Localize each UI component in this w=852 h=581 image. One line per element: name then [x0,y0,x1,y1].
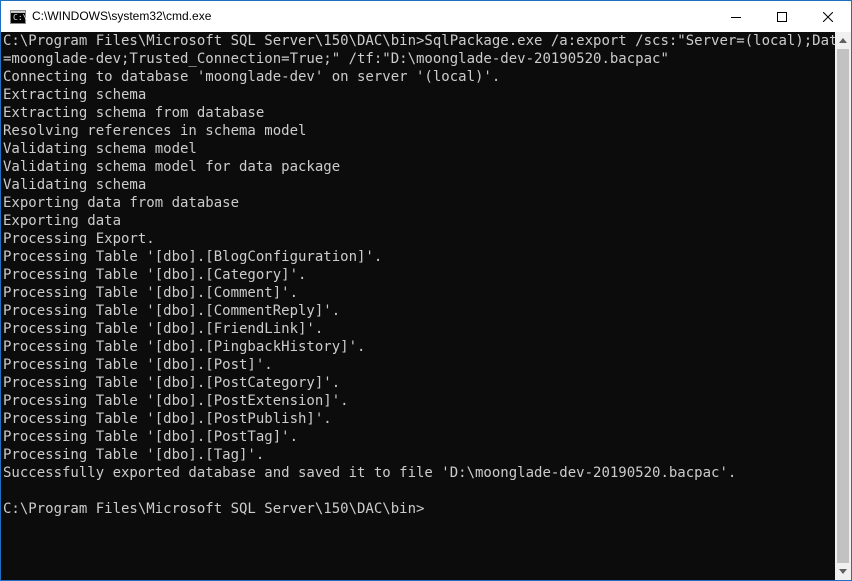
console-line: Processing Table '[dbo].[Post]'. [3,357,273,373]
console-line: Validating schema model for data package [3,159,341,175]
console-line: Extracting schema [3,87,147,103]
console-line: Connecting to database 'moonglade-dev' o… [3,69,501,85]
minimize-button[interactable] [713,1,759,32]
console-line: Processing Table '[dbo].[Category]'. [3,267,307,283]
console-line: Validating schema model [3,141,197,157]
title-bar[interactable]: C:\ C:\WINDOWS\system32\cmd.exe [1,1,851,32]
console-line: Processing Table '[dbo].[PostCategory]'. [3,375,341,391]
cmd-icon-glyph: C:\ [13,12,28,22]
console-line: Resolving references in schema model [3,123,307,139]
minimize-icon [731,16,741,18]
scroll-up-arrow-icon [839,38,847,43]
close-button[interactable] [805,1,851,32]
cmd-window: C:\ C:\WINDOWS\system32\cmd.exe C:\Progr… [0,0,852,581]
scroll-down-button[interactable] [835,563,851,580]
console-line: Exporting data [3,213,122,229]
console-line: Processing Table '[dbo].[Comment]'. [3,285,299,301]
console-line: Processing Table '[dbo].[Tag]'. [3,447,265,463]
console-line: Processing Table '[dbo].[FriendLink]'. [3,321,324,337]
maximize-button[interactable] [759,1,805,32]
close-icon [823,11,833,22]
console-line: C:\Program Files\Microsoft SQL Server\15… [3,33,835,49]
scroll-down-arrow-icon [839,569,847,574]
console-line: =moonglade-dev;Trusted_Connection=True;"… [3,51,669,67]
console-line: Processing Table '[dbo].[PostPublish]'. [3,411,332,427]
console-line: Exporting data from database [3,195,240,211]
console-line: Processing Table '[dbo].[BlogConfigurati… [3,249,383,265]
cmd-icon[interactable]: C:\ [10,9,28,24]
window-controls [713,1,851,32]
console-line: Extracting schema from database [3,105,265,121]
scroll-thumb[interactable] [837,49,849,563]
console-line: Successfully exported database and saved… [3,465,737,481]
console-line: Processing Table '[dbo].[PostTag]'. [3,429,299,445]
scroll-up-button[interactable] [835,32,851,49]
window-title: C:\WINDOWS\system32\cmd.exe [32,9,212,23]
maximize-icon [777,11,787,22]
console-line: C:\Program Files\Microsoft SQL Server\15… [3,501,425,517]
console-line: Processing Export. [3,231,155,247]
console-line: Processing Table '[dbo].[PingbackHistory… [3,339,366,355]
console-line: Processing Table '[dbo].[PostExtension]'… [3,393,349,409]
console-line: Validating schema [3,177,147,193]
vertical-scrollbar[interactable] [835,32,851,580]
console-output[interactable]: C:\Program Files\Microsoft SQL Server\15… [1,32,835,580]
console-line: Processing Table '[dbo].[CommentReply]'. [3,303,341,319]
